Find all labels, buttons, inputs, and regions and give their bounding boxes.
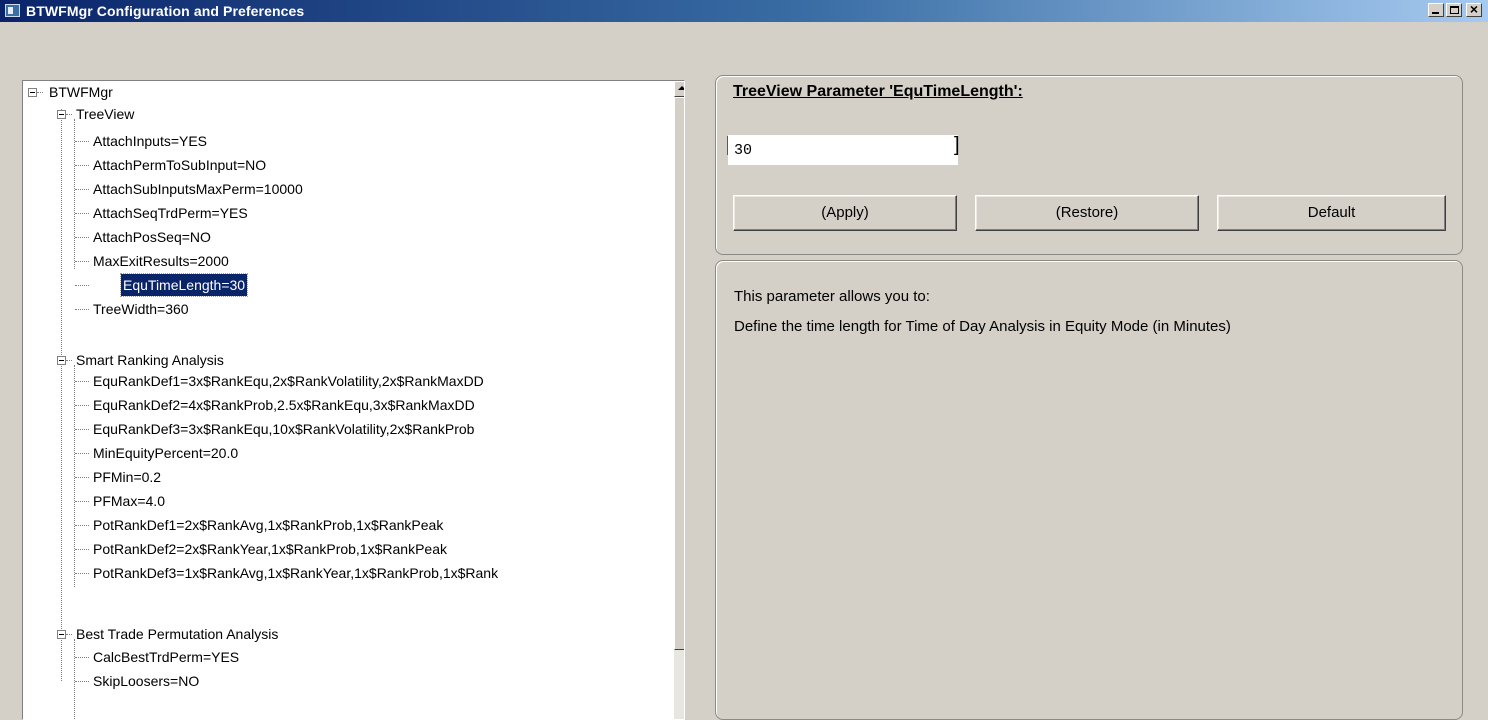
tree-item-node[interactable]: AttachSeqTrdPerm=YES	[91, 202, 250, 224]
tree-item-node[interactable]: TreeWidth=360	[91, 298, 191, 320]
tree-item-node[interactable]: MaxExitResults=2000	[91, 250, 231, 272]
title-bar[interactable]: BTWFMgr Configuration and Preferences ×	[0, 0, 1488, 22]
tree-item-node[interactable]: MinEquityPercent=20.0	[91, 442, 240, 464]
tree-item-node[interactable]: PFMax=4.0	[91, 490, 167, 512]
tree-item-node[interactable]: AttachPermToSubInput=NO	[91, 154, 268, 176]
config-tree-view[interactable]: BTWFMgr TreeView AttachInputs=YES Attach…	[22, 80, 685, 720]
tree-item-node[interactable]: CalcBestTrdPerm=YES	[91, 646, 241, 668]
tree-item-node[interactable]: AttachInputs=YES	[91, 130, 209, 152]
tree-item-node[interactable]: AttachPosSeq=NO	[91, 226, 213, 248]
tree-item-selected[interactable]: EquTimeLength=30	[119, 273, 249, 297]
tree-root-node[interactable]: BTWFMgr	[47, 81, 115, 103]
collapse-root-icon[interactable]	[28, 88, 37, 97]
tree-item-node[interactable]: EquRankDef2=4x$RankProb,2.5x$RankEqu,3x$…	[91, 394, 477, 416]
tree-connector	[61, 109, 62, 681]
tree-group-node[interactable]: Best Trade Permutation Analysis	[74, 623, 280, 645]
tree-vertical-scrollbar[interactable]	[674, 81, 684, 719]
tree-connector	[74, 639, 75, 719]
tree-item-node[interactable]: PFMin=0.2	[91, 466, 163, 488]
tree-item-node[interactable]: EquRankDef3=3x$RankEqu,10x$RankVolatilit…	[91, 418, 476, 440]
description-intro: This parameter allows you to:	[734, 288, 930, 305]
tree-connector	[66, 114, 72, 115]
tree-item-node[interactable]: PotRankDef1=2x$RankAvg,1x$RankProb,1x$Ra…	[91, 514, 445, 536]
scroll-up-arrow-icon[interactable]	[674, 81, 684, 97]
app-window-icon[interactable]	[5, 4, 20, 17]
minimize-icon	[1432, 12, 1439, 14]
close-icon: ×	[1469, 1, 1479, 17]
tree-item-node[interactable]: SkipLoosers=NO	[91, 670, 201, 692]
tree-item-node[interactable]: PotRankDef2=2x$RankYear,1x$RankProb,1x$R…	[91, 538, 449, 560]
collapse-group-icon[interactable]	[57, 630, 66, 639]
description-text: Define the time length for Time of Day A…	[734, 318, 1231, 335]
collapse-group-icon[interactable]	[57, 110, 66, 119]
tree-item-node[interactable]: EquRankDef1=3x$RankEqu,2x$RankVolatility…	[91, 370, 486, 392]
restore-button[interactable]: (Restore)	[975, 195, 1199, 231]
tree-group-node[interactable]: Smart Ranking Analysis	[74, 349, 226, 371]
minimize-button[interactable]	[1428, 3, 1444, 17]
value-bracket-close: ]	[954, 134, 960, 156]
parameter-title: TreeView Parameter 'EquTimeLength':	[733, 83, 1023, 100]
maximize-button[interactable]	[1446, 3, 1462, 17]
close-button[interactable]: ×	[1466, 1, 1482, 17]
collapse-group-icon[interactable]	[57, 356, 66, 365]
apply-button[interactable]: (Apply)	[733, 195, 957, 231]
maximize-icon	[1450, 6, 1459, 14]
tree-connector	[37, 92, 43, 93]
tree-item-node[interactable]: AttachSubInputsMaxPerm=10000	[91, 178, 305, 200]
tree-connector	[74, 365, 75, 587]
default-button[interactable]: Default	[1217, 195, 1446, 231]
tree-item-node[interactable]: PotRankDef3=1x$RankAvg,1x$RankYear,1x$Ra…	[91, 562, 500, 584]
tree-group-node[interactable]: TreeView	[74, 103, 136, 125]
window-title: BTWFMgr Configuration and Preferences	[26, 3, 305, 19]
scroll-thumb[interactable]	[674, 97, 684, 650]
parameter-value-input[interactable]	[728, 135, 958, 165]
